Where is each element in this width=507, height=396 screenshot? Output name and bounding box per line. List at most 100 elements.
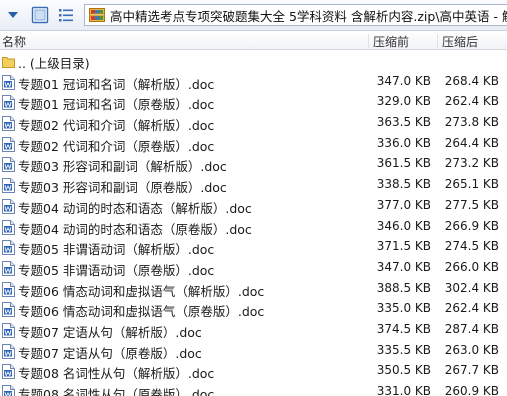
file-size-before: 329.0 KB [376,94,431,109]
dropdown-arrow-button[interactable] [3,5,23,25]
archive-icon [89,8,105,22]
file-size-before: 347.0 KB [376,259,431,274]
view-thumbnail-button[interactable] [30,5,50,25]
view-details-button[interactable] [56,5,76,25]
file-size-after: 262.4 KB [444,301,499,316]
column-original-header[interactable]: 压缩后 [442,33,478,50]
column-divider[interactable] [437,34,438,48]
file-size-after: 273.8 KB [444,115,499,130]
file-size-after: 265.1 KB [444,177,499,192]
dropdown-arrow-icon [8,12,18,18]
file-name: 专题08 名词性从句（解析版）.doc [18,366,215,382]
file-size-after: 260.9 KB [444,384,499,396]
file-name: 专题03 形容词和副词（解析版）.doc [18,159,227,175]
file-name: 专题02 代词和介词（原卷版）.doc [18,138,215,154]
word-document-icon [2,322,15,338]
file-name: 专题04 动词的时态和语态（解析版）.doc [18,200,252,216]
archive-window: 高中精选考点专项突破题集大全 5学科资料 含解析内容.zip\高中英语 - 解析… [0,0,507,396]
word-document-icon [2,343,15,359]
column-compressed-header[interactable]: 压缩前 [373,33,409,50]
file-row[interactable]: 专题07 定语从句（解析版）.doc 374.5 KB 287.4 KB [0,320,507,341]
column-name-header[interactable]: 名称 [2,33,26,50]
word-document-icon [2,74,15,90]
file-row[interactable]: 专题03 形容词和副词（解析版）.doc 361.5 KB 273.2 KB [0,154,507,175]
file-size-before: 371.5 KB [376,239,431,254]
details-view-icon [59,9,73,22]
file-row[interactable]: 专题02 代词和介词（原卷版）.doc 336.0 KB 264.4 KB [0,134,507,155]
file-size-before: 335.0 KB [376,301,431,316]
word-document-icon [2,157,15,173]
file-row[interactable]: 专题04 动词的时态和语态（解析版）.doc 377.0 KB 277.5 KB [0,196,507,217]
column-header: 名称 压缩前 压缩后 [0,31,507,50]
file-name: 专题05 非谓语动词（解析版）.doc [18,242,215,258]
word-document-icon [2,364,15,380]
file-size-after: 268.4 KB [444,73,499,88]
file-size-after: 274.5 KB [444,239,499,254]
word-document-icon [2,95,15,111]
file-size-before: 336.0 KB [376,135,431,150]
file-size-after: 302.4 KB [444,280,499,295]
file-size-after: 266.0 KB [444,259,499,274]
file-size-before: 350.5 KB [376,363,431,378]
file-row[interactable]: 专题04 动词的时态和语态（原卷版）.doc 346.0 KB 266.9 KB [0,217,507,238]
word-document-icon [2,178,15,194]
file-size-after: 277.5 KB [444,197,499,212]
file-name: 专题06 情态动词和虚拟语气（原卷版）.doc [18,304,265,320]
file-size-after: 263.0 KB [444,342,499,357]
file-row[interactable]: 专题08 名词性从句（原卷版）.doc 331.0 KB 260.9 KB [0,382,507,396]
address-bar[interactable]: 高中精选考点专项突破题集大全 5学科资料 含解析内容.zip\高中英语 - 解析 [84,4,507,26]
file-size-after: 262.4 KB [444,94,499,109]
file-row[interactable]: 专题06 情态动词和虚拟语气（原卷版）.doc 335.0 KB 262.4 KB [0,299,507,320]
thumbnail-view-icon [31,6,49,24]
file-row[interactable]: 专题05 非谓语动词（解析版）.doc 371.5 KB 274.5 KB [0,237,507,258]
file-name: 专题04 动词的时态和语态（原卷版）.doc [18,221,252,237]
file-size-after: 267.7 KB [444,363,499,378]
file-row[interactable]: 专题01 冠词和名词（原卷版）.doc 329.0 KB 262.4 KB [0,92,507,113]
file-row[interactable]: 专题07 定语从句（原卷版）.doc 335.5 KB 263.0 KB [0,341,507,362]
word-document-icon [2,281,15,297]
file-size-after: 266.9 KB [444,218,499,233]
file-size-before: 346.0 KB [376,218,431,233]
file-size-before: 331.0 KB [376,384,431,396]
parent-directory-row[interactable]: .. (上级目录) [0,51,507,72]
file-size-after: 264.4 KB [444,135,499,150]
toolbar: 高中精选考点专项突破题集大全 5学科资料 含解析内容.zip\高中英语 - 解析 [0,0,507,31]
file-name: 专题07 定语从句（原卷版）.doc [18,345,202,361]
file-size-before: 338.5 KB [376,177,431,192]
file-size-after: 287.4 KB [444,321,499,336]
file-size-after: 273.2 KB [444,156,499,171]
word-document-icon [2,240,15,256]
file-size-before: 361.5 KB [376,156,431,171]
file-size-before: 377.0 KB [376,197,431,212]
file-row[interactable]: 专题01 冠词和名词（解析版）.doc 347.0 KB 268.4 KB [0,72,507,93]
file-size-before: 335.5 KB [376,342,431,357]
file-name: 专题08 名词性从句（原卷版）.doc [18,387,215,396]
parent-directory-label: .. (上级目录) [18,56,90,71]
archive-path: 高中精选考点专项突破题集大全 5学科资料 含解析内容.zip\高中英语 - 解析 [110,8,507,24]
file-size-before: 363.5 KB [376,115,431,130]
file-name: 专题01 冠词和名词（解析版）.doc [18,76,215,92]
file-row[interactable]: 专题02 代词和介词（解析版）.doc 363.5 KB 273.8 KB [0,113,507,134]
file-size-before: 347.0 KB [376,73,431,88]
file-list: .. (上级目录) 专题01 冠词和名词（解析版）.doc 347.0 KB 268… [0,51,507,396]
word-document-icon [2,116,15,132]
file-name: 专题05 非谓语动词（原卷版）.doc [18,262,215,278]
file-row[interactable]: 专题06 情态动词和虚拟语气（解析版）.doc 388.5 KB 302.4 KB [0,279,507,300]
file-row[interactable]: 专题08 名词性从句（解析版）.doc 350.5 KB 267.7 KB [0,361,507,382]
file-name: 专题03 形容词和副词（原卷版）.doc [18,180,227,196]
word-document-icon [2,198,15,214]
folder-icon [2,57,15,68]
file-name: 专题07 定语从句（解析版）.doc [18,324,202,340]
column-divider[interactable] [368,34,369,48]
file-name: 专题02 代词和介词（解析版）.doc [18,118,215,134]
word-document-icon [2,219,15,235]
word-document-icon [2,302,15,318]
file-row[interactable]: 专题05 非谓语动词（原卷版）.doc 347.0 KB 266.0 KB [0,258,507,279]
file-name: 专题06 情态动词和虚拟语气（解析版）.doc [18,283,265,299]
file-name: 专题01 冠词和名词（原卷版）.doc [18,97,215,113]
file-size-before: 388.5 KB [376,280,431,295]
word-document-icon [2,385,15,396]
file-size-before: 374.5 KB [376,321,431,336]
word-document-icon [2,260,15,276]
file-row[interactable]: 专题03 形容词和副词（原卷版）.doc 338.5 KB 265.1 KB [0,175,507,196]
